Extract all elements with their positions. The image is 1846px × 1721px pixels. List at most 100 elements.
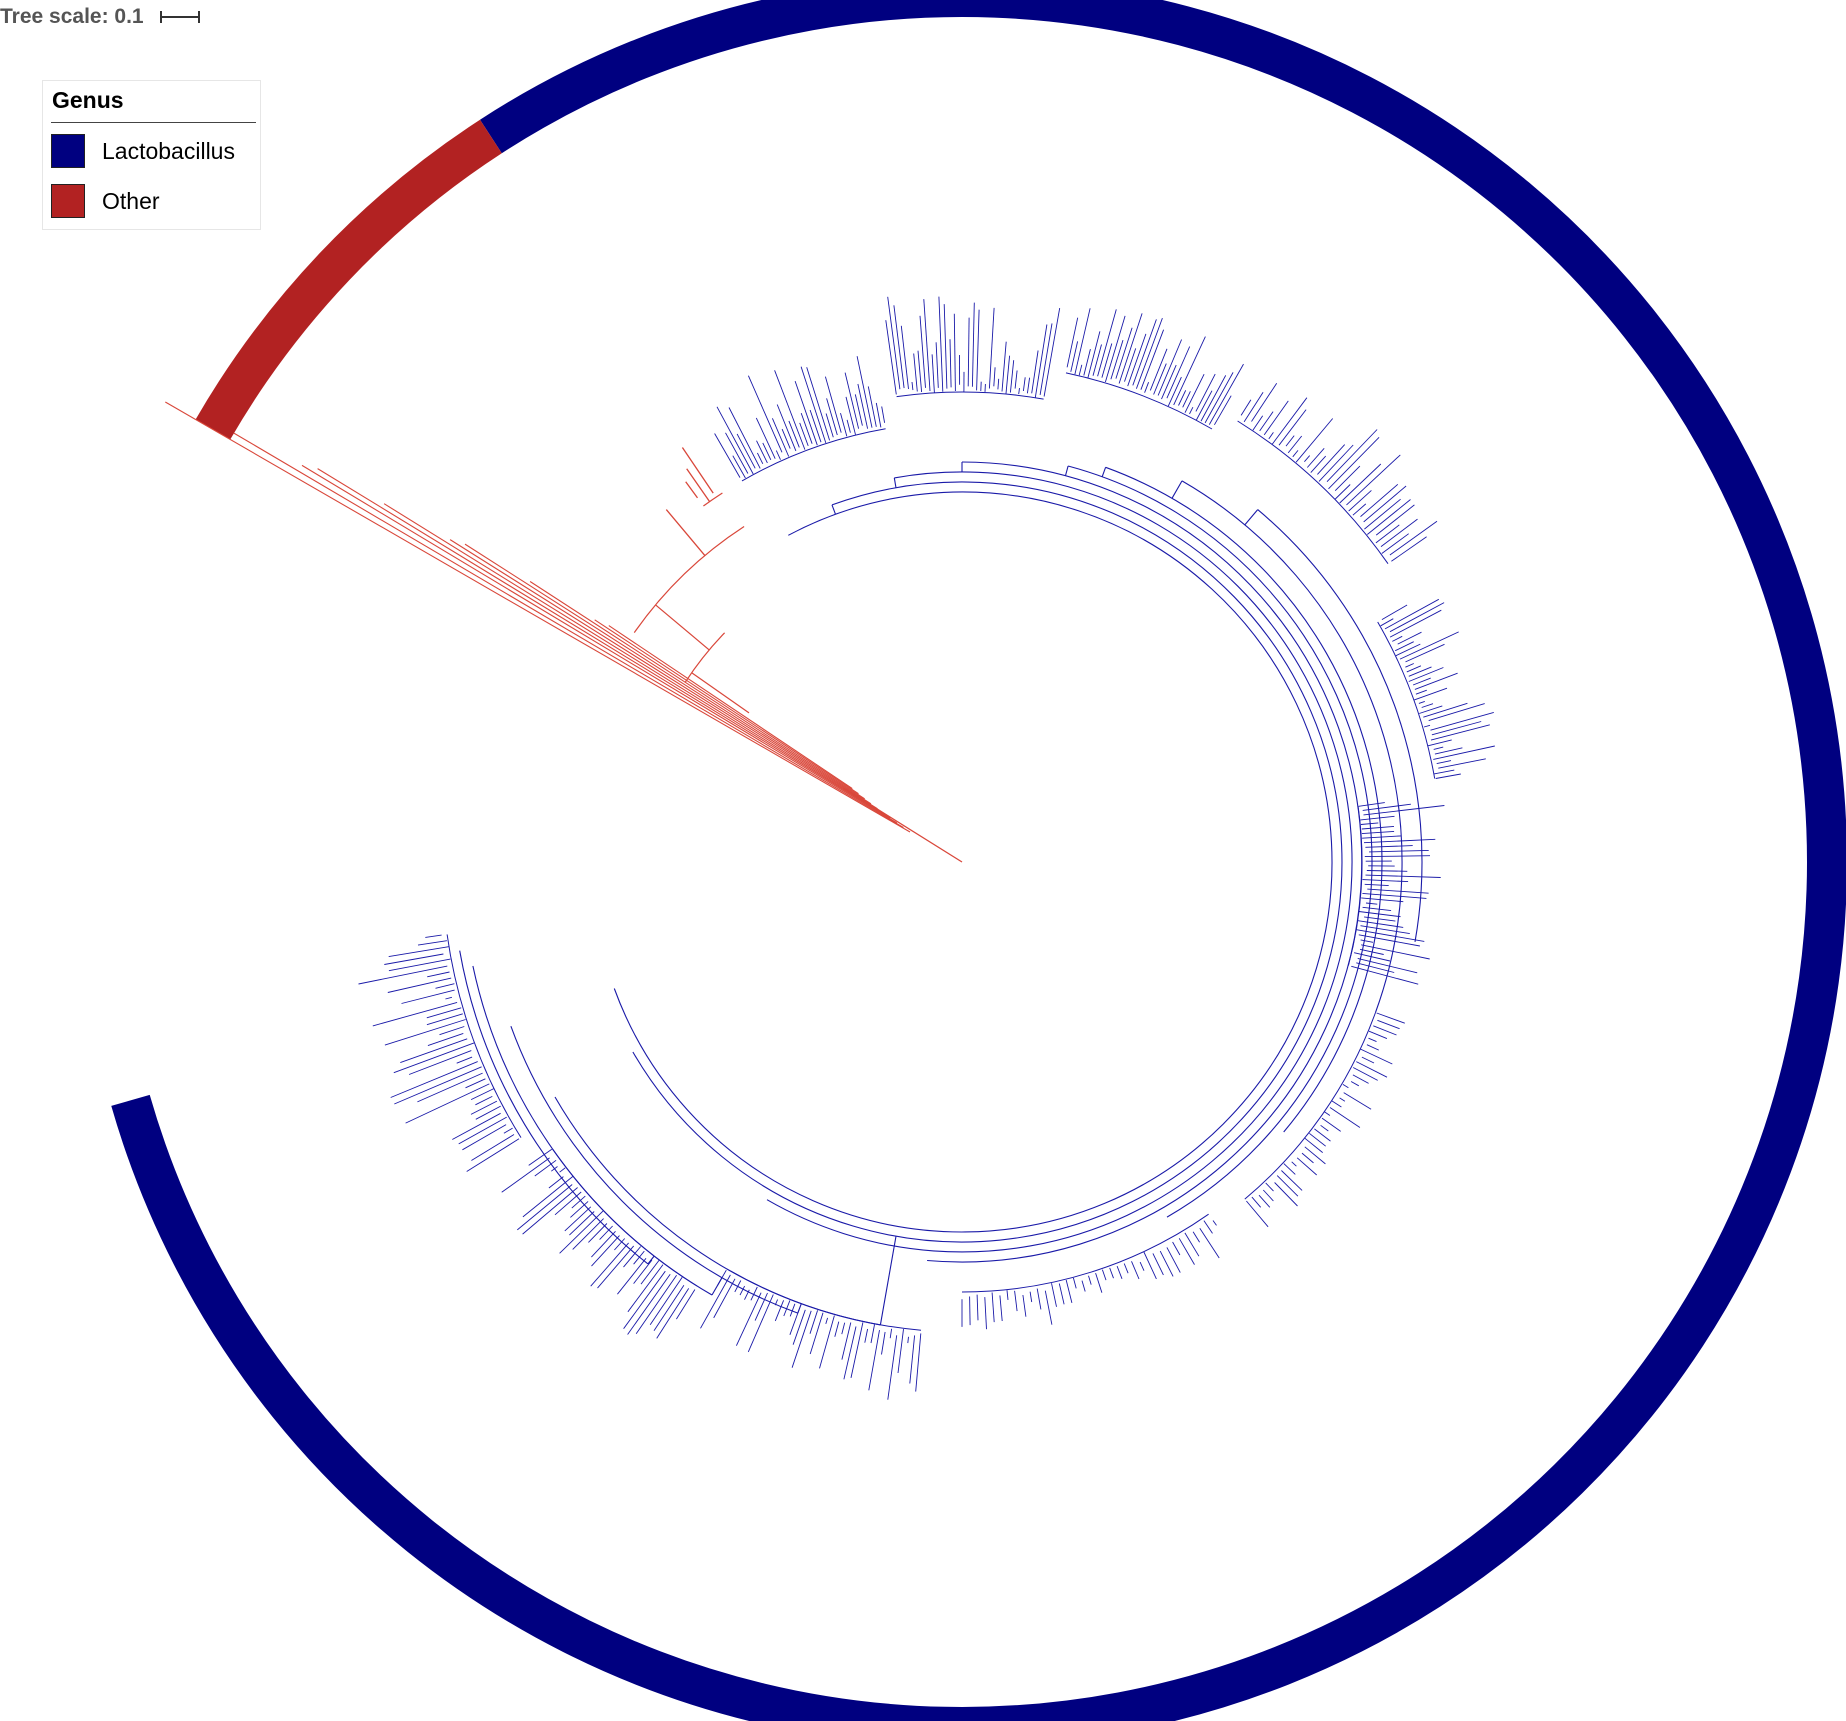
tip-branch: [1366, 870, 1408, 872]
tip-branch: [1124, 348, 1137, 382]
tip-branch: [417, 940, 447, 946]
outgroup-branch: [383, 503, 885, 814]
tip-branch: [475, 1105, 501, 1120]
tip-branch: [935, 342, 939, 388]
tip-branch: [1259, 411, 1274, 432]
tip-branch: [1358, 802, 1385, 807]
tip-branch: [466, 1138, 520, 1172]
tip-branch: [1375, 504, 1415, 536]
tip-branch: [405, 1083, 490, 1124]
tip-branch: [1116, 1265, 1123, 1279]
tip-branch: [846, 419, 851, 433]
tip-branch: [1212, 1220, 1217, 1226]
tip-branch: [503, 1127, 513, 1134]
tip-branch: [1395, 641, 1414, 652]
tip-branch: [1306, 448, 1325, 468]
tip-branch: [1361, 1056, 1375, 1064]
tip-branch: [1365, 874, 1441, 878]
tip-branch: [1418, 700, 1425, 704]
tip-branch: [1292, 450, 1299, 458]
tip-branch: [949, 339, 952, 388]
tip-branch: [1132, 319, 1157, 386]
tip-branch: [881, 1331, 886, 1355]
tip-branch: [969, 1296, 971, 1326]
tip-branch: [1104, 315, 1126, 383]
other-clade-branch: [686, 468, 711, 502]
tip-branch: [762, 442, 772, 460]
tip-branch: [943, 304, 948, 389]
tip-branch: [1433, 746, 1444, 750]
tip-branch: [1204, 372, 1234, 424]
tip-branch: [1366, 1044, 1379, 1051]
tip-branch: [1392, 635, 1403, 642]
tip-branch: [623, 1246, 642, 1268]
tree-arc: [633, 525, 745, 633]
tip-branch: [456, 1056, 473, 1064]
tree-branch: [879, 1236, 897, 1325]
tip-branch: [885, 320, 897, 395]
tip-branch: [1296, 1157, 1317, 1176]
tip-branch: [843, 1326, 857, 1380]
tip-branch: [824, 376, 842, 433]
outgroup-branch: [233, 432, 904, 828]
tip-branch: [1014, 1290, 1018, 1312]
tip-branch: [1078, 364, 1083, 376]
tip-branch: [984, 1297, 987, 1330]
tip-branch: [1434, 747, 1463, 755]
tip-branch: [427, 1032, 464, 1047]
tip-branch: [1157, 339, 1183, 396]
tip-branch: [408, 1050, 472, 1075]
tip-branch: [1208, 363, 1244, 425]
tip-branch: [917, 350, 923, 393]
tip-branch: [1153, 363, 1167, 395]
tip-branch: [868, 1330, 880, 1391]
tip-branch: [1127, 333, 1147, 387]
tip-branch: [394, 1066, 482, 1105]
tree-arc: [896, 391, 1044, 400]
tip-branch: [1358, 934, 1420, 947]
tree-arc: [446, 934, 522, 1138]
tip-branch: [775, 450, 781, 460]
tip-branch: [1318, 444, 1354, 482]
tip-branch: [1428, 703, 1485, 722]
tip-branch: [1092, 344, 1102, 376]
tip-branch: [875, 402, 882, 428]
tip-branch: [1365, 902, 1378, 905]
tip-branch: [1368, 1037, 1377, 1043]
tip-branch: [1339, 463, 1382, 504]
other-clade-branch: [665, 509, 706, 557]
tip-branch: [1360, 1048, 1393, 1065]
tip-branch: [470, 1088, 494, 1101]
tip-branch: [1110, 339, 1124, 380]
tip-branch: [714, 433, 741, 478]
tip-branch: [893, 305, 905, 389]
tree-arc: [1244, 1012, 1376, 1200]
genus-color-ring: [111, 0, 1846, 1721]
tip-branch: [826, 398, 838, 436]
ring-segment-other: [195, 119, 502, 440]
tip-branch: [1203, 1220, 1213, 1234]
tip-branch: [1044, 1290, 1053, 1325]
tip-branch: [747, 375, 783, 453]
tree-branch: [655, 604, 710, 651]
tip-branch: [732, 455, 746, 479]
tip-branch: [401, 989, 455, 1004]
tip-branch: [591, 1235, 620, 1267]
tree-arc: [1257, 509, 1423, 942]
tree-arc: [632, 481, 1343, 1243]
tip-branch: [426, 1013, 463, 1026]
tip-branch: [991, 1292, 995, 1323]
tip-branch: [781, 428, 791, 449]
tip-branch: [1291, 1161, 1297, 1167]
tip-branch: [1421, 703, 1434, 708]
tip-branch: [900, 325, 909, 390]
tip-branch: [1395, 643, 1421, 657]
tip-branch: [911, 381, 914, 391]
tree-arc: [459, 950, 649, 1265]
tip-branch: [967, 317, 970, 387]
tip-branch: [1358, 911, 1401, 918]
tip-branch: [1065, 1279, 1073, 1304]
tip-branch: [1283, 1163, 1296, 1175]
tip-branch: [1295, 418, 1334, 463]
ring-segment-lactobacillus: [111, 0, 1846, 1721]
